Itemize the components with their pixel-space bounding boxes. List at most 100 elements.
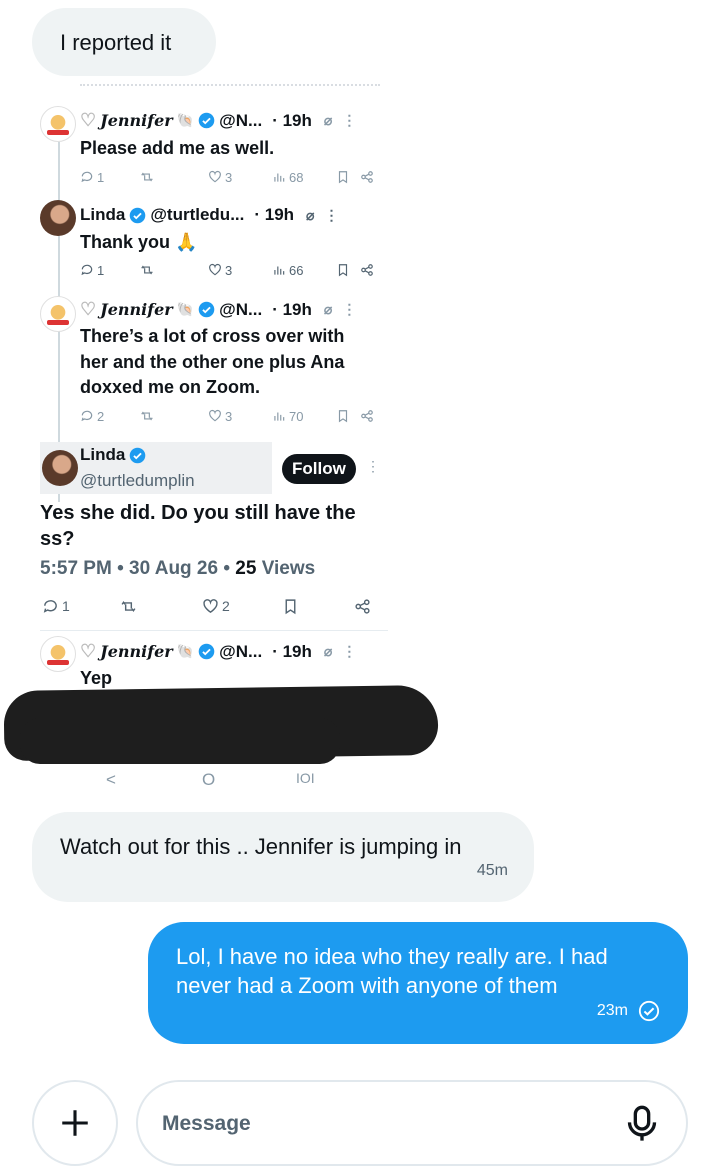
grok-icon[interactable]: ⌀ (324, 112, 332, 129)
main-tweet-text-line-2: ss? (40, 528, 75, 550)
timestamp[interactable]: · 19h (254, 205, 294, 225)
avatar[interactable] (40, 200, 76, 236)
more-icon[interactable]: ⋮ (366, 458, 380, 475)
share-icon (361, 171, 373, 183)
like-icon (209, 409, 221, 422)
display-name[interactable]: Jennifer (100, 111, 173, 130)
handle[interactable]: @turtledumplin (80, 471, 195, 491)
more-icon[interactable]: ⋮ (342, 112, 356, 129)
retweet-button[interactable] (140, 170, 154, 184)
verified-icon (198, 301, 215, 318)
reply-button[interactable]: 1 (42, 598, 70, 615)
bookmark-icon (338, 410, 348, 423)
retweet-button[interactable] (140, 263, 154, 277)
retweet-icon (141, 265, 153, 275)
reply-icon (81, 410, 93, 422)
timestamp[interactable]: · 19h (272, 300, 312, 320)
clipped-action-row (80, 82, 380, 86)
avatar[interactable] (42, 450, 78, 486)
nav-home-button[interactable]: O (202, 770, 215, 790)
tweet-text-line-1: There’s a lot of cross over with (80, 326, 345, 346)
bookmark-button[interactable] (336, 170, 350, 184)
bookmark-button[interactable] (336, 263, 350, 277)
handle[interactable]: @N... (219, 300, 262, 320)
share-icon (361, 410, 373, 422)
nav-recents-button[interactable]: IOI (296, 770, 315, 786)
share-icon (355, 598, 370, 614)
display-name[interactable]: Linda (80, 205, 125, 225)
incoming-message-2[interactable]: Watch out for this .. Jennifer is jumpin… (32, 812, 534, 902)
display-name[interactable]: Jennifer (100, 300, 173, 319)
bookmark-icon (338, 171, 348, 184)
follow-button[interactable]: Follow (282, 454, 356, 484)
retweet-button[interactable] (140, 409, 154, 423)
message-input[interactable]: Message (136, 1080, 688, 1166)
tweet-actions: 2 3 70 (80, 407, 380, 425)
reply-button[interactable]: 1 (80, 263, 104, 278)
grok-icon[interactable]: ⌀ (306, 207, 314, 224)
share-button[interactable] (360, 170, 374, 184)
like-button[interactable]: 3 (208, 170, 232, 185)
timestamp[interactable]: · 19h (272, 642, 312, 662)
outgoing-message[interactable]: Lol, I have no idea who they really are.… (148, 922, 688, 1044)
tweet-actions: 1 3 66 (80, 261, 380, 279)
share-button[interactable] (354, 598, 371, 615)
nav-back-button[interactable]: < (106, 770, 116, 790)
mic-icon[interactable] (622, 1104, 662, 1144)
grok-icon[interactable]: ⌀ (324, 301, 332, 318)
reply-icon (43, 599, 57, 613)
retweet-button[interactable] (120, 598, 137, 615)
divider (40, 630, 388, 631)
reply-icon (81, 264, 93, 276)
like-icon (209, 263, 221, 276)
message-time: 45m (476, 862, 508, 879)
share-button[interactable] (360, 263, 374, 277)
like-button[interactable]: 3 (208, 263, 232, 278)
avatar[interactable] (40, 106, 76, 142)
handle[interactable]: @turtledu... (150, 205, 244, 225)
grok-icon[interactable]: ⌀ (324, 643, 332, 660)
more-icon[interactable]: ⋮ (342, 643, 356, 660)
bookmark-icon (285, 598, 296, 614)
tweet-header: Linda @turtledu... · 19h ⌀ ⋮ (80, 205, 338, 225)
timestamp[interactable]: 5:57 PM • 30 Aug 26 • (40, 558, 235, 579)
reply-button[interactable]: 2 (80, 409, 104, 424)
like-icon (209, 170, 221, 183)
tweet-meta: 5:57 PM • 30 Aug 26 • 25 Views (40, 558, 315, 580)
tweet-text: Yep (80, 668, 113, 688)
views-icon (274, 412, 285, 421)
views-button[interactable]: 68 (272, 170, 303, 185)
views-label: Views (256, 558, 316, 579)
display-name[interactable]: Linda (80, 445, 125, 465)
more-icon[interactable]: ⋮ (342, 301, 356, 318)
avatar[interactable] (40, 296, 76, 332)
tweet-header: ♡ Jennifer 🐚 @N... · 19h ⌀ ⋮ (80, 641, 357, 662)
add-attachment-button[interactable] (32, 1080, 118, 1166)
author-name-row: Linda (80, 445, 146, 465)
incoming-message-1[interactable]: I reported it (32, 8, 216, 76)
views-button[interactable]: 70 (272, 409, 303, 424)
more-icon[interactable]: ⋮ (324, 207, 338, 224)
views-button[interactable]: 66 (272, 263, 303, 278)
bookmark-button[interactable] (336, 409, 350, 423)
bookmark-button[interactable] (282, 598, 299, 615)
display-name[interactable]: Jennifer (100, 642, 173, 661)
like-button[interactable]: 3 (208, 409, 232, 424)
like-button[interactable]: 2 (202, 598, 230, 615)
read-check-icon (638, 1000, 660, 1022)
share-button[interactable] (360, 409, 374, 423)
verified-icon (130, 207, 146, 223)
handle[interactable]: @N... (219, 111, 262, 131)
message-text-line-1: Lol, I have no idea who they really are.… (176, 944, 608, 969)
handle[interactable]: @N... (219, 642, 262, 662)
tweet-text: Please add me as well. (80, 138, 275, 158)
avatar[interactable] (40, 636, 76, 672)
tweet-header: ♡ Jennifer 🐚 @N... · 19h ⌀ ⋮ (80, 299, 357, 320)
tweet-actions: 1 3 68 (80, 168, 380, 186)
reply-button[interactable]: 1 (80, 170, 104, 185)
timestamp[interactable]: · 19h (272, 111, 312, 131)
tweet-header: ♡ Jennifer 🐚 @N... · 19h ⌀ ⋮ (80, 110, 357, 131)
tweet-text-line-3: doxxed me on Zoom. (80, 377, 261, 397)
share-icon (361, 264, 373, 276)
main-tweet-actions: 1 2 (42, 596, 378, 616)
